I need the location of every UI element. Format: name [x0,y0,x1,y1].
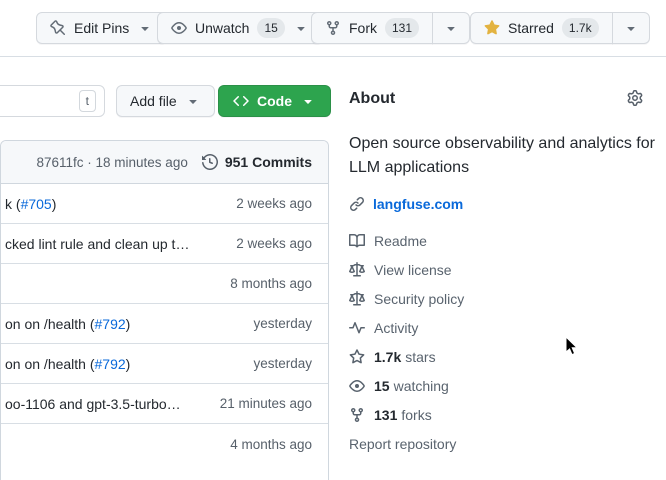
view-license-link[interactable]: View license [349,255,666,284]
history-icon [202,154,218,170]
gear-icon [627,90,643,106]
add-file-button[interactable]: Add file [116,85,215,117]
unwatch-button[interactable]: Unwatch 15 [157,12,323,44]
book-icon [349,233,365,249]
chevron-down-icon [293,20,309,36]
pr-link[interactable]: #792 [95,356,126,372]
about-title: About [349,90,666,108]
file-row[interactable]: on on /health (#792) yesterday [1,344,328,384]
commit-date[interactable]: 21 minutes ago [212,396,312,411]
law-icon [349,291,365,307]
chevron-down-icon [185,93,201,109]
star-count-badge: 1.7k [562,18,599,38]
watching-count: 15 [374,378,390,394]
law-icon [349,262,365,278]
fork-count-badge: 131 [385,18,419,38]
security-policy-link[interactable]: Security policy [349,284,666,313]
file-table: 87611fc · 18 minutes ago 951 Commits k (… [0,140,329,480]
commit-message[interactable]: on on /health (#792) [5,356,130,372]
chevron-down-icon [623,20,639,36]
report-repository-link[interactable]: Report repository [349,429,666,458]
starred-button[interactable]: Starred 1.7k [470,12,613,44]
eye-icon [349,378,365,394]
repo-fork-icon [349,407,365,423]
file-row[interactable]: 8 months ago [1,264,328,304]
watch-count-badge: 15 [257,18,284,38]
forks-label: forks [401,407,431,423]
commit-date[interactable]: yesterday [245,356,312,371]
eye-icon [171,20,187,36]
activity-label: Activity [374,320,418,336]
starred-label: Starred [508,20,554,36]
pr-link[interactable]: #705 [21,196,52,212]
file-row[interactable]: 4 months ago [1,424,328,464]
repo-settings-button[interactable] [627,90,643,106]
readme-label: Readme [374,233,427,249]
stars-link[interactable]: 1.7kstars [349,342,666,371]
go-to-file-input[interactable]: t [0,85,105,117]
add-file-label: Add file [130,93,177,109]
commit-date[interactable]: 4 months ago [222,437,312,452]
repo-action-bar: Edit Pins Unwatch 15 Fork 131 Starred 1.… [0,0,666,57]
repo-description: Open source observability and analytics … [349,132,666,180]
latest-commit-bar: 87611fc · 18 minutes ago 951 Commits [1,141,328,184]
unwatch-label: Unwatch [195,20,249,36]
star-button-group: Starred 1.7k [470,12,650,44]
pin-icon [50,20,66,36]
commit-date[interactable]: 8 months ago [222,276,312,291]
chevron-down-icon [137,20,153,36]
code-button[interactable]: Code [218,85,331,117]
watching-label: watching [394,378,449,394]
view-license-label: View license [374,262,452,278]
forks-link[interactable]: 131forks [349,400,666,429]
fork-button[interactable]: Fork 131 [311,12,433,44]
stars-count: 1.7k [374,349,401,365]
file-row[interactable]: on on /health (#792) yesterday [1,304,328,344]
commit-date[interactable]: 2 weeks ago [228,196,312,211]
edit-pins-button[interactable]: Edit Pins [36,12,167,44]
pr-link[interactable]: #792 [95,316,126,332]
link-icon [349,196,365,212]
code-label: Code [257,93,292,109]
fork-label: Fork [349,20,377,36]
fork-button-group: Fork 131 [311,12,470,44]
watching-link[interactable]: 15watching [349,371,666,400]
file-row[interactable]: oo-1106 and gpt-3.5-turbo… 21 minutes ag… [1,384,328,424]
commit-message[interactable]: cked lint rule and clean up t… [5,236,189,252]
file-row[interactable]: cked lint rule and clean up t… 2 weeks a… [1,224,328,264]
about-links: Readme View license Security policy Acti… [349,226,666,458]
website-link[interactable]: langfuse.com [349,196,666,212]
file-row[interactable]: k (#705) 2 weeks ago [1,184,328,224]
commit-date[interactable]: yesterday [245,316,312,331]
code-icon [233,93,249,109]
edit-pins-label: Edit Pins [74,20,129,36]
readme-link[interactable]: Readme [349,226,666,255]
about-section: About Open source observability and anal… [349,90,666,458]
commit-message[interactable]: k (#705) [5,196,56,212]
activity-link[interactable]: Activity [349,313,666,342]
latest-commit-link[interactable]: 87611fc · 18 minutes ago [36,155,187,170]
chevron-down-icon [443,20,459,36]
star-icon [349,349,365,365]
forks-count: 131 [374,407,397,423]
commit-date[interactable]: 2 weeks ago [228,236,312,251]
pulse-icon [349,320,365,336]
commit-message[interactable]: on on /health (#792) [5,316,130,332]
commit-message[interactable]: oo-1106 and gpt-3.5-turbo… [5,396,181,412]
star-dropdown-button[interactable] [612,12,650,44]
star-filled-icon [484,20,500,36]
commits-count-label: 951 Commits [225,154,312,170]
security-policy-label: Security policy [374,291,464,307]
shortcut-key-hint: t [79,90,96,112]
commit-history-link[interactable]: 951 Commits [202,154,312,170]
fork-dropdown-button[interactable] [432,12,470,44]
stars-label: stars [405,349,435,365]
website-url[interactable]: langfuse.com [373,196,463,212]
chevron-down-icon [300,93,316,109]
repo-fork-icon [325,20,341,36]
